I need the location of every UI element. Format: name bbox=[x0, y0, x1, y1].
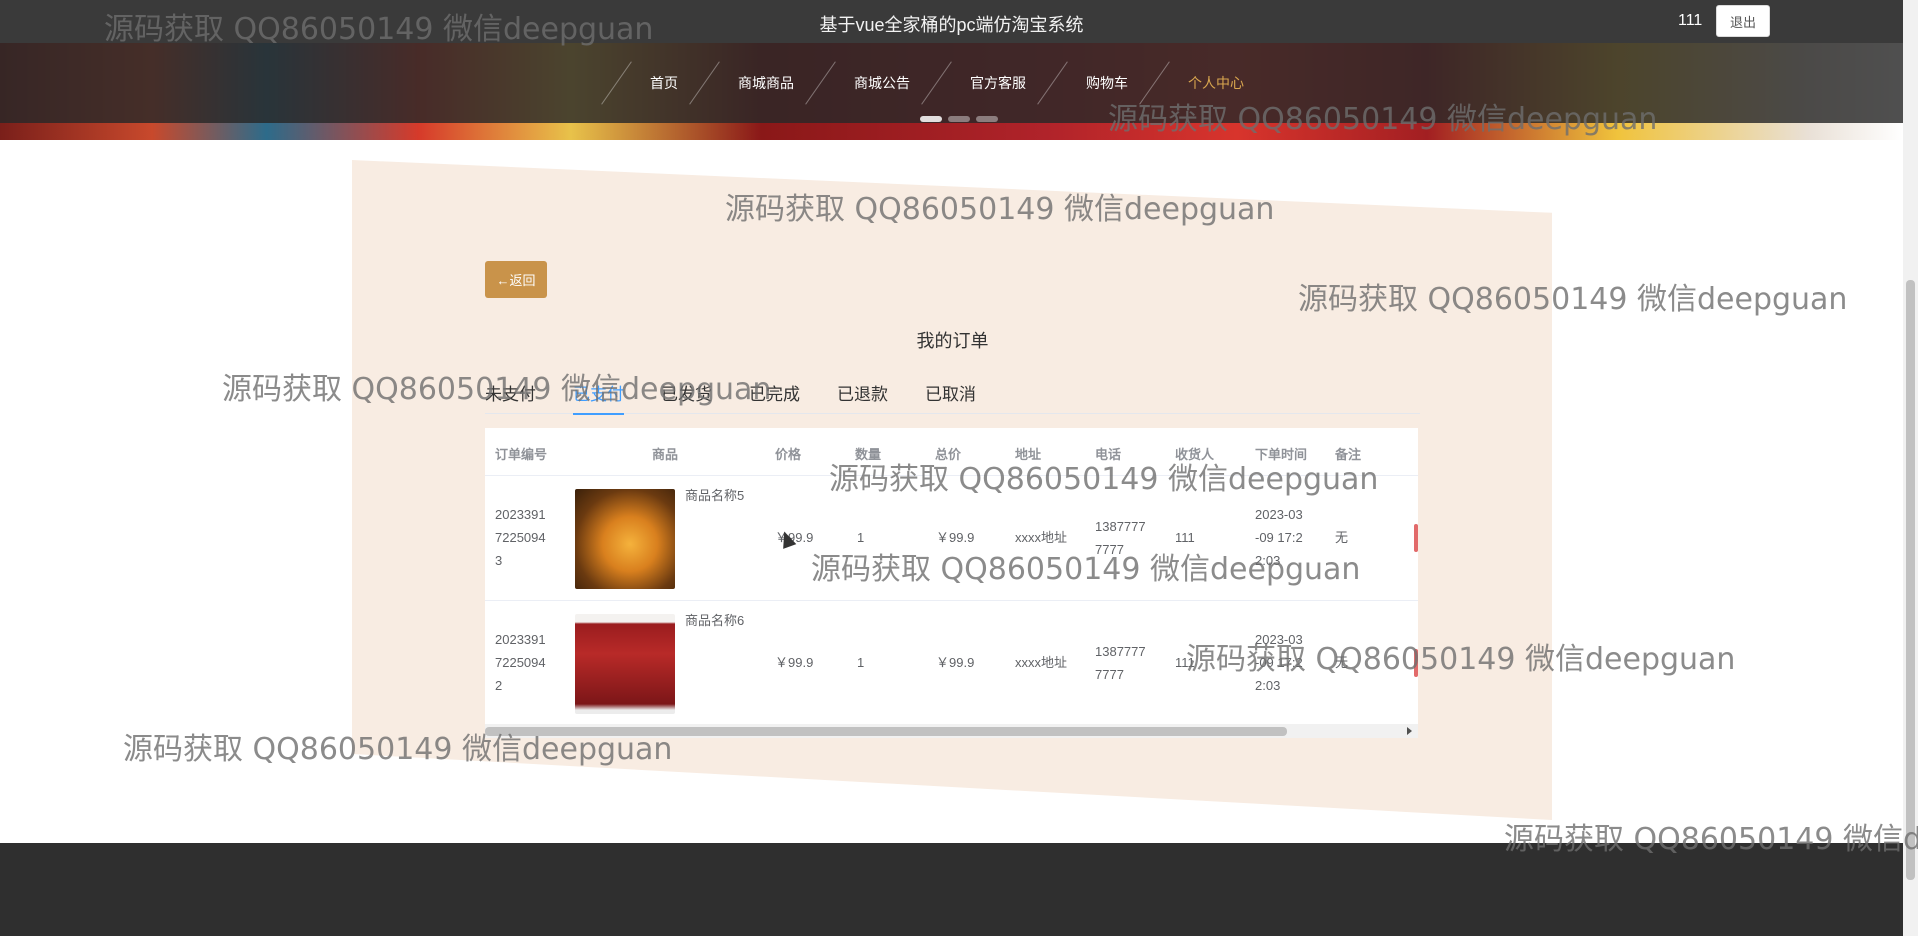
total-price: ￥99.9 bbox=[936, 530, 975, 545]
footer bbox=[0, 843, 1903, 936]
column-header: 订单编号 bbox=[495, 447, 548, 462]
carousel-dot[interactable] bbox=[920, 116, 942, 122]
carousel-indicators bbox=[920, 116, 998, 122]
table-row: 2023391 7225094 2 商品名称6 ￥99.9 1 ￥99.9 xxxx… bbox=[485, 601, 1418, 726]
action-button[interactable] bbox=[1414, 524, 1418, 552]
username-label[interactable]: 111 bbox=[1678, 12, 1702, 30]
orders-table: 订单编号 商品 价格 数量 总价 地址 电话 收货人 下单时间 备注 20233… bbox=[485, 428, 1418, 738]
receiver: 111 bbox=[1175, 655, 1195, 670]
tab-refunded[interactable]: 已退款 bbox=[837, 380, 888, 414]
order-time: 2023-03 -09 17:2 2:03 bbox=[1255, 507, 1303, 568]
scroll-right-arrow-icon[interactable] bbox=[1407, 727, 1412, 735]
logout-button[interactable]: 退出 bbox=[1716, 5, 1770, 37]
remark: 无 bbox=[1335, 530, 1349, 545]
column-header: 备注 bbox=[1335, 447, 1362, 462]
address: xxxx地址 bbox=[1015, 655, 1068, 670]
tab-paid[interactable]: 已支付 bbox=[573, 380, 624, 415]
carousel-dot[interactable] bbox=[976, 116, 998, 122]
carousel-dot[interactable] bbox=[948, 116, 970, 122]
column-header: 价格 bbox=[775, 447, 802, 462]
table-horizontal-scrollbar[interactable] bbox=[485, 724, 1418, 738]
main-nav: 首页 商城商品 商城公告 官方客服 购物车 个人中心 bbox=[620, 43, 1274, 123]
column-header: 商品 bbox=[652, 447, 679, 462]
action-button[interactable] bbox=[1414, 649, 1418, 677]
table-row: 2023391 7225094 3 商品名称5 ￥99.9 1 ￥99.9 xxxx… bbox=[485, 476, 1418, 601]
back-button[interactable]: ←返回 bbox=[485, 261, 547, 298]
lamp-image bbox=[575, 489, 675, 589]
phone: 1387777 7777 bbox=[1095, 644, 1146, 682]
quantity: 1 bbox=[857, 655, 865, 670]
tab-shipped[interactable]: 已发货 bbox=[661, 380, 712, 414]
column-header: 下单时间 bbox=[1255, 447, 1308, 462]
top-bar: 基于vue全家桶的pc端仿淘宝系统 111 退出 bbox=[0, 0, 1903, 43]
banner-carousel: 首页 商城商品 商城公告 官方客服 购物车 个人中心 bbox=[0, 43, 1903, 140]
product-name: 商品名称6 bbox=[685, 613, 745, 628]
site-title: 基于vue全家桶的pc端仿淘宝系统 bbox=[819, 15, 1084, 35]
order-status-tabs: 未支付 已支付 已发货 已完成 已退款 已取消 bbox=[485, 380, 1420, 415]
column-header: 电话 bbox=[1095, 447, 1122, 462]
nav-item-home[interactable]: 首页 bbox=[620, 43, 708, 123]
product-name: 商品名称5 bbox=[685, 488, 745, 503]
page-vertical-scrollbar[interactable] bbox=[1903, 0, 1918, 936]
nav-item-products[interactable]: 商城商品 bbox=[708, 43, 824, 123]
total-price: ￥99.9 bbox=[936, 655, 975, 670]
tab-unpaid[interactable]: 未支付 bbox=[485, 380, 536, 414]
receiver: 111 bbox=[1175, 530, 1195, 545]
scrollbar-thumb[interactable] bbox=[1906, 280, 1915, 880]
scrollbar-thumb[interactable] bbox=[485, 727, 1287, 736]
nav-item-cart[interactable]: 购物车 bbox=[1056, 43, 1158, 123]
phone: 1387777 7777 bbox=[1095, 519, 1146, 557]
column-header: 地址 bbox=[1015, 447, 1042, 462]
order-number: 2023391 7225094 3 bbox=[495, 507, 546, 568]
page-title: 我的订单 bbox=[916, 331, 989, 351]
nav-item-customer-service[interactable]: 官方客服 bbox=[940, 43, 1056, 123]
column-header: 总价 bbox=[935, 447, 962, 462]
price: ￥99.9 bbox=[775, 655, 814, 670]
nav-item-announcements[interactable]: 商城公告 bbox=[824, 43, 940, 123]
table-header: 订单编号 商品 价格 数量 总价 地址 电话 收货人 下单时间 备注 bbox=[485, 428, 1418, 476]
order-number: 2023391 7225094 2 bbox=[495, 632, 546, 693]
books-image bbox=[575, 614, 675, 714]
tab-completed[interactable]: 已完成 bbox=[749, 380, 800, 414]
address: xxxx地址 bbox=[1015, 530, 1068, 545]
nav-item-profile[interactable]: 个人中心 bbox=[1158, 43, 1274, 123]
column-header: 数量 bbox=[855, 447, 882, 462]
order-time: 2023-03 -09 17:2 2:03 bbox=[1255, 632, 1303, 693]
tab-cancelled[interactable]: 已取消 bbox=[925, 380, 976, 414]
column-header: 收货人 bbox=[1175, 447, 1215, 462]
remark: 无 bbox=[1335, 655, 1349, 670]
quantity: 1 bbox=[857, 530, 865, 545]
